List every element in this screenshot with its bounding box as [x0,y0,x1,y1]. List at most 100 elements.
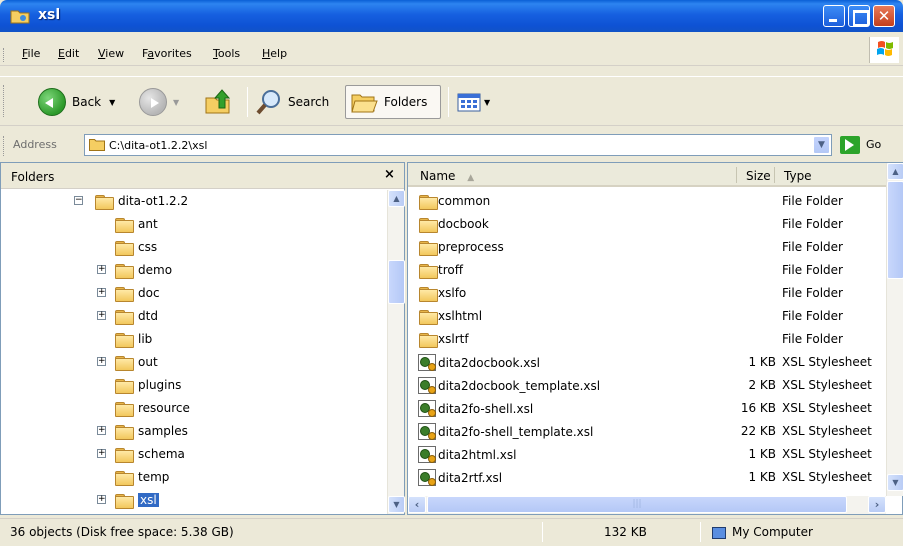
scroll-down-icon[interactable]: ▼ [887,474,903,491]
up-folder-button[interactable] [203,85,233,119]
tree-item-css[interactable]: css [114,236,157,258]
column-separator[interactable] [736,167,737,183]
address-field[interactable]: C:\dita-ot1.2.2\xsl ▼ [84,134,832,156]
scroll-right-icon[interactable]: › [868,496,886,513]
files-horizontal-scrollbar[interactable]: ‹ ||| › [408,496,886,514]
tree-item-plugins[interactable]: plugins [114,374,181,396]
file-name: xslfo [438,286,467,300]
horizontal-scroll-thumb[interactable]: ||| [427,496,847,513]
my-computer-icon [712,526,726,539]
explorer-window: xsl ✕ File Edit View Favorites Tools Hel… [0,0,903,546]
views-button[interactable]: ▼ [456,85,490,119]
maximize-button[interactable] [848,5,870,27]
file-row[interactable]: preprocess File Folder [408,236,886,258]
file-name: xslrtf [438,332,469,346]
folders-vertical-scrollbar[interactable]: ▲ ▼ [387,190,405,514]
tree-item-doc[interactable]: + doc [97,282,160,304]
title-bar[interactable]: xsl ✕ [0,0,903,32]
file-row[interactable]: dita2docbook_template.xsl 2 KB XSL Stylesh… [408,374,886,396]
file-row[interactable]: dita2docbook.xsl 1 KB XSL Stylesheet [408,351,886,373]
window-title: xsl [38,7,61,23]
files-vertical-scrollbar[interactable]: ▲ ▼ [886,163,903,496]
file-row[interactable]: xslhtml File Folder [408,305,886,327]
file-name: dita2fo-shell_template.xsl [438,424,594,439]
forward-dropdown-icon[interactable]: ▼ [173,98,179,107]
tree-item-xsl[interactable]: + xsl [97,489,159,511]
tree-item-label: doc [138,286,160,300]
menu-help[interactable]: Help [262,47,287,60]
tree-item-resource[interactable]: resource [114,397,190,419]
file-row[interactable]: dita2fo-shell.xsl 16 KB XSL Stylesheet [408,397,886,419]
scroll-up-icon[interactable]: ▲ [388,190,405,207]
file-row[interactable]: dita2html.xsl 1 KB XSL Stylesheet [408,443,886,465]
tree-expander-icon[interactable]: + [97,265,106,274]
tree-item-lib[interactable]: lib [114,328,152,350]
tree-expander-icon[interactable]: + [97,357,106,366]
column-size-header[interactable]: Size [746,169,771,183]
menu-bar: File Edit View Favorites Tools Help [0,37,903,66]
scroll-down-icon[interactable]: ▼ [388,496,405,513]
file-row[interactable]: dita2fo-shell_template.xsl 22 KB XSL Style… [408,420,886,442]
address-dropdown-icon[interactable]: ▼ [813,136,830,154]
menu-view[interactable]: View [98,47,124,60]
tree-item-out[interactable]: + out [97,351,158,373]
file-name: xslhtml [438,309,483,323]
scroll-left-icon[interactable]: ‹ [408,496,426,513]
file-type: File Folder [782,263,843,277]
address-folder-icon [89,139,105,151]
menu-edit[interactable]: Edit [58,47,79,60]
file-size: 1 KB [748,355,776,369]
tree-item-schema[interactable]: + schema [97,443,185,465]
scroll-thumb[interactable] [388,260,405,304]
file-row[interactable]: xslrtf File Folder [408,328,886,350]
menu-tools[interactable]: Tools [213,47,240,60]
go-button[interactable]: Go [866,138,881,151]
tree-item-label: resource [138,401,190,415]
folders-pane-title: Folders [11,170,55,184]
sort-ascending-icon: ▲ [467,173,475,183]
tree-item-temp[interactable]: temp [114,466,169,488]
search-button[interactable]: Search [254,85,329,119]
tree-expander-icon[interactable]: + [97,495,106,504]
tree-expander-icon[interactable]: + [97,449,106,458]
file-row[interactable]: dita2rtf.xsl 1 KB XSL Stylesheet [408,466,886,488]
tree-expander-icon[interactable]: + [97,311,106,320]
file-row[interactable]: docbook File Folder [408,213,886,235]
back-button[interactable]: Back ▼ [38,85,115,119]
tree-expander-icon[interactable]: − [74,196,83,205]
tree-item-ant[interactable]: ant [114,213,158,235]
folder-icon [418,193,438,210]
file-type: XSL Stylesheet [782,355,872,369]
folders-pane-close-icon[interactable]: × [384,167,395,182]
scroll-up-icon[interactable]: ▲ [887,163,903,180]
close-button[interactable]: ✕ [873,5,895,27]
file-name-cell: dita2rtf.xsl [418,469,502,486]
tree-expander-icon[interactable]: + [97,426,106,435]
search-icon [256,90,280,115]
scroll-thumb[interactable] [887,181,903,279]
folder-tree: − dita-ot1.2.2 ant css + demo + doc + dtd lib + out p… [1,190,387,514]
tree-item-samples[interactable]: + samples [97,420,188,442]
address-grip [3,136,5,156]
file-row[interactable]: xslfo File Folder [408,282,886,304]
toolbar-grip [3,85,5,117]
tree-item-dita-ot1.2.2[interactable]: − dita-ot1.2.2 [74,190,188,212]
file-name: dita2fo-shell.xsl [438,401,534,416]
column-type-header[interactable]: Type [784,169,812,183]
file-row[interactable]: troff File Folder [408,259,886,281]
tree-expander-icon[interactable]: + [97,288,106,297]
column-separator[interactable] [774,167,775,183]
forward-button[interactable]: ▼ [139,85,179,119]
back-dropdown-icon[interactable]: ▼ [109,98,115,107]
tree-item-dtd[interactable]: + dtd [97,305,158,327]
go-arrow-icon[interactable] [840,136,860,154]
address-label: Address [13,138,57,151]
menu-favorites[interactable]: Favorites [142,47,192,60]
minimize-button[interactable] [823,5,845,27]
menu-file[interactable]: File [22,47,40,60]
folders-button[interactable]: Folders [345,85,441,119]
file-row[interactable]: common File Folder [408,190,886,212]
tree-item-label: dtd [138,309,158,323]
column-name-header[interactable]: Name ▲ [420,169,474,183]
tree-item-demo[interactable]: + demo [97,259,172,281]
